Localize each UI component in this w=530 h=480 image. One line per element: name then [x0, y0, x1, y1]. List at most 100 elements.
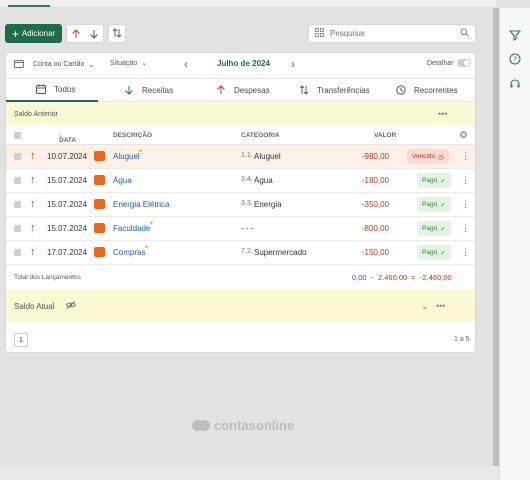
expense-arrow-icon: ↑ [30, 198, 36, 210]
tab-recorrentes[interactable]: Recorrentes [396, 79, 458, 102]
add-button[interactable]: + Adicionar [5, 24, 62, 43]
status-badge[interactable]: Vencido ◷ [407, 149, 449, 164]
row-menu-icon[interactable]: ⋮ [461, 175, 470, 186]
row-value: -800,00 [361, 224, 389, 233]
chevron-right-icon: › [291, 57, 295, 71]
row-value: -350,00 [361, 200, 389, 209]
row-menu-icon[interactable]: ⋮ [461, 247, 470, 258]
row-checkbox[interactable] [14, 177, 21, 184]
row-category-code: 3.4. [241, 176, 253, 183]
row-category-code: 3.3. [241, 200, 253, 207]
brand-logo: contasonline [192, 418, 294, 433]
row-checkbox[interactable] [14, 249, 21, 256]
chevron-down-icon[interactable]: ⌄ [421, 301, 429, 312]
row-date: 15.07.2024 [47, 200, 88, 209]
row-description[interactable]: Faculdade [113, 224, 150, 233]
row-checkbox[interactable] [14, 225, 21, 232]
row-description[interactable]: Energia Elétrica [113, 200, 169, 209]
filter-icon[interactable] [508, 29, 522, 41]
row-checkbox[interactable] [14, 153, 21, 160]
calendar-icon [36, 84, 46, 96]
expense-arrow-icon: ↑ [30, 174, 36, 186]
table-row[interactable]: ↑ 15.07.2024 Água 3.4. Água -180,00 Pago… [6, 169, 475, 193]
row-description[interactable]: Aluguel [113, 152, 140, 161]
select-all-checkbox[interactable] [14, 132, 21, 139]
help-icon[interactable]: ? [509, 53, 521, 65]
top-tab-indicator [8, 5, 50, 7]
tab-receitas[interactable]: Receitas [124, 79, 173, 102]
column-header-description[interactable]: DESCRIÇÃO [113, 132, 152, 139]
arrow-down-icon[interactable] [85, 25, 103, 42]
status-filter[interactable]: Situação ⌄ [110, 59, 147, 68]
row-description[interactable]: Compras [113, 248, 145, 257]
totals-row: Total dos Lançamentos 0,00 - 2.460,00 = … [6, 265, 475, 289]
filter-list-icon[interactable] [315, 28, 324, 39]
tab-label: Recorrentes [414, 86, 458, 95]
row-description[interactable]: Água [113, 176, 132, 185]
expense-arrow-icon: ↑ [30, 222, 36, 234]
tab-transferencias[interactable]: Transferências [299, 79, 370, 102]
column-header-value[interactable]: VALOR [374, 132, 396, 139]
row-date: 15.07.2024 [47, 224, 88, 233]
column-header-category[interactable]: CATEGORIA [241, 132, 280, 139]
tab-bar: Todos Receitas Despesas Transferências R… [6, 78, 475, 102]
toggle-switch[interactable] [457, 59, 472, 67]
check-icon: ✓ [440, 225, 446, 233]
page-range: 1 a 5 [454, 336, 470, 343]
table-row[interactable]: ↑ 17.07.2024 Compras ✦ 7.2. Supermercado… [6, 241, 475, 265]
row-date: 10.07.2024 [47, 152, 88, 161]
settings-gear-icon[interactable] [459, 130, 468, 141]
svg-text:?: ? [513, 56, 517, 64]
totals-label: Total dos Lançamentos [14, 274, 81, 281]
row-checkbox[interactable] [14, 201, 21, 208]
previous-balance-label: Saldo Anterior [14, 110, 58, 118]
table-row[interactable]: ↑ 15.07.2024 Energia Elétrica 3.3. Energ… [6, 193, 475, 217]
bottom-bar [0, 466, 499, 480]
page-button[interactable]: 1 [14, 333, 28, 347]
hide-eye-icon[interactable] [66, 301, 77, 311]
column-header-date[interactable]: DATA ↓ [59, 132, 76, 144]
wallet-icon [94, 175, 105, 185]
table-row[interactable]: ↑ 15.07.2024 Faculdade ✦ - - - -800,00 P… [6, 217, 475, 241]
clock-icon [396, 84, 406, 97]
row-category: Supermercado [254, 248, 307, 257]
logo-mark-icon [192, 420, 210, 431]
tab-despesas[interactable]: Despesas [216, 79, 270, 102]
wallet-icon [14, 59, 24, 70]
more-options-icon[interactable]: ••• [436, 301, 445, 311]
status-badge[interactable]: Pago ✓ [417, 173, 451, 188]
row-menu-icon[interactable]: ⋮ [461, 151, 470, 162]
search-input[interactable] [330, 29, 454, 38]
search-box [308, 24, 476, 43]
wallet-icon [94, 199, 105, 209]
tab-todos[interactable]: Todos [6, 79, 98, 102]
row-category: Água [254, 176, 273, 185]
transfer-icon [299, 84, 309, 97]
row-category: Energia [254, 200, 282, 209]
top-tab-strip [0, 0, 496, 8]
prev-period-button[interactable]: ‹ [184, 57, 188, 71]
next-period-button[interactable]: › [291, 57, 295, 71]
totals-equals: = [411, 273, 416, 282]
search-icon[interactable] [460, 28, 469, 39]
status-badge[interactable]: Pago ✓ [417, 197, 451, 212]
transactions-card: Conta ou Cartão ⌄ Situação ⌄ ‹ Julho de … [5, 52, 476, 353]
row-menu-icon[interactable]: ⋮ [461, 199, 470, 210]
detail-toggle[interactable]: Detalhar [427, 59, 472, 67]
table-row[interactable]: ↑ 10.07.2024 Aluguel ✦ 1.1. Aluguel -980… [6, 145, 475, 169]
arrow-up-icon[interactable] [67, 25, 85, 42]
expense-arrow-icon: ↑ [30, 150, 36, 162]
status-badge[interactable]: Pago ✓ [417, 221, 451, 236]
arrow-up-icon [216, 84, 226, 97]
account-filter[interactable]: Conta ou Cartão ⌄ [14, 59, 94, 70]
reorder-button[interactable] [108, 24, 126, 43]
support-headset-icon[interactable] [509, 78, 521, 90]
more-options-icon[interactable]: ••• [438, 109, 447, 119]
tab-label: Transferências [317, 86, 370, 95]
row-menu-icon[interactable]: ⋮ [461, 223, 470, 234]
arrow-down-icon [124, 85, 134, 97]
wallet-icon [94, 151, 105, 161]
row-date: 17.07.2024 [47, 248, 88, 257]
status-badge[interactable]: Pago ✓ [417, 245, 451, 260]
status-filter-label: Situação [110, 59, 138, 67]
